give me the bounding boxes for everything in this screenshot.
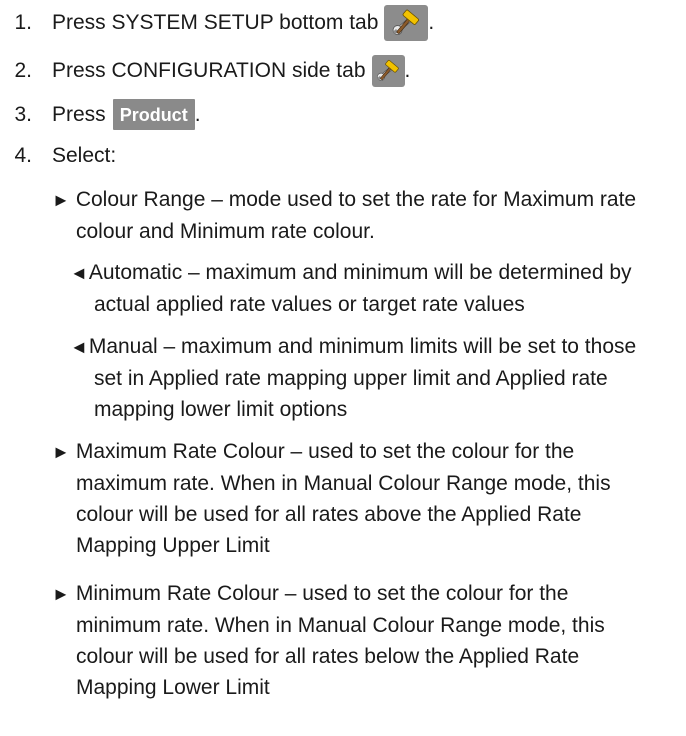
- option-line: Mapping Lower Limit: [76, 676, 270, 699]
- option-line: ◄Manual – maximum and minimum limits wil…: [70, 331, 636, 363]
- sub-option-automatic: ◄Automatic – maximum and minimum will be…: [70, 257, 632, 320]
- option-line: actual applied rate values or target rat…: [94, 293, 525, 316]
- option-colour-range: ► Colour Range – mode used to set the rat…: [52, 184, 636, 247]
- option-line: minimum rate. When in Manual Colour Rang…: [76, 614, 605, 637]
- tools-icon: [393, 9, 420, 35]
- step-text: Press SYSTEM SETUP bottom tab: [52, 11, 379, 34]
- option-line: colour will be used for all rates below …: [76, 645, 580, 668]
- step-4: 4. Select:: [0, 141, 116, 171]
- right-arrow-icon: ►: [52, 442, 70, 462]
- option-minimum-rate-colour: ► Minimum Rate Colour – used to set the c…: [52, 578, 605, 703]
- option-line: mapping lower limit options: [94, 398, 348, 421]
- option-line: maximum rate. When in Manual Colour Rang…: [76, 472, 611, 495]
- option-line: colour will be used for all rates above …: [76, 503, 582, 526]
- configuration-tab-icon: [371, 55, 405, 87]
- sub-option-manual: ◄Manual – maximum and minimum limits wil…: [70, 331, 636, 425]
- step-suffix: .: [194, 102, 201, 126]
- option-line: Mapping Upper Limit: [76, 534, 270, 557]
- step-text: Select:: [52, 144, 117, 167]
- option-line: set in Applied rate mapping upper limit …: [94, 367, 608, 390]
- step-suffix: .: [404, 59, 411, 82]
- option-line: ► Maximum Rate Colour – used to set the c…: [52, 436, 611, 468]
- left-arrow-icon: ◄: [70, 263, 88, 283]
- system-setup-tab-icon: [384, 5, 429, 41]
- option-maximum-rate-colour: ► Maximum Rate Colour – used to set the c…: [52, 436, 611, 561]
- option-line: ► Colour Range – mode used to set the rat…: [52, 184, 636, 216]
- step-2: 2. Press CONFIGURATION side tab .: [0, 55, 410, 87]
- step-number: 3.: [14, 102, 32, 126]
- step-text: Press: [52, 102, 106, 126]
- step-suffix: .: [428, 11, 435, 34]
- option-line: colour and Minimum rate colour.: [76, 220, 375, 243]
- left-arrow-icon: ◄: [70, 337, 88, 357]
- step-1: 1. Press SYSTEM SETUP bottom tab .: [0, 5, 434, 41]
- step-number: 1.: [14, 11, 32, 34]
- step-number: 2.: [14, 59, 32, 82]
- step-text: Press CONFIGURATION side tab: [52, 59, 366, 82]
- product-button[interactable]: Product: [112, 99, 195, 130]
- right-arrow-icon: ►: [52, 190, 70, 210]
- step-3: 3. Press Product .: [0, 99, 201, 130]
- step-number: 4.: [14, 144, 32, 167]
- option-line: ► Minimum Rate Colour – used to set the c…: [52, 578, 605, 610]
- option-line: ◄Automatic – maximum and minimum will be…: [70, 257, 632, 289]
- right-arrow-icon: ►: [52, 584, 70, 604]
- tools-icon: [377, 60, 399, 81]
